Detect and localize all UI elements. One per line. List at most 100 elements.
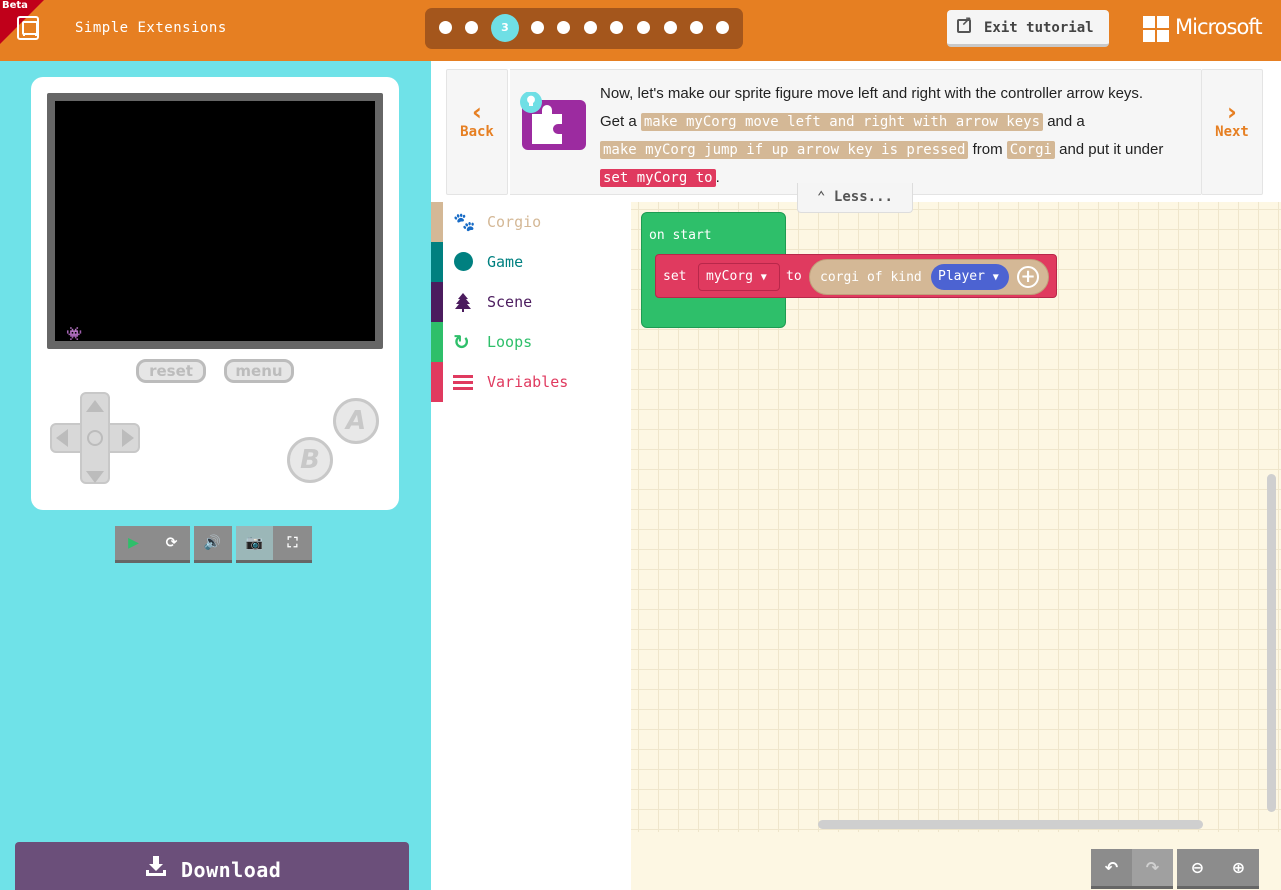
back-label: Back xyxy=(460,124,494,140)
next-button[interactable]: › Next xyxy=(1201,69,1263,195)
step-dot-7[interactable] xyxy=(610,21,623,34)
category-game-label: Game xyxy=(487,253,524,271)
play-icon[interactable]: ▶ xyxy=(115,526,152,560)
step-dot-11[interactable] xyxy=(716,21,729,34)
undo-icon[interactable]: ↶ xyxy=(1091,849,1132,886)
kind-dropdown[interactable]: Player ▼ xyxy=(931,264,1009,290)
arcade-logo-icon[interactable] xyxy=(17,16,39,40)
less-toggle-button[interactable]: ⌃ Less... xyxy=(797,183,913,213)
toolbox: 🐾 Corgio Game Scene ↻ Loops Variables xyxy=(431,202,631,890)
variable-dropdown[interactable]: myCorg ▼ xyxy=(698,263,780,291)
category-loops-label: Loops xyxy=(487,333,533,351)
chevron-up-icon: ⌃ xyxy=(817,189,826,205)
exit-tutorial-button[interactable]: Exit tutorial xyxy=(947,10,1109,47)
a-button[interactable]: A xyxy=(333,398,379,444)
on-start-label: on start xyxy=(649,228,712,243)
tutorial-instructions: Now, let's make our sprite figure move l… xyxy=(510,69,1201,195)
less-label: Less... xyxy=(833,189,893,205)
top-bar: Beta Simple Extensions 3 Exit tutorial M… xyxy=(0,0,1281,61)
step-dot-2[interactable] xyxy=(465,21,478,34)
sim-run-group: ▶ ⟳ xyxy=(115,526,190,563)
vertical-scrollbar[interactable] xyxy=(1267,474,1276,812)
redo-icon[interactable]: ↷ xyxy=(1132,849,1173,886)
zoom-out-icon[interactable]: ⊖ xyxy=(1177,849,1218,886)
game-console: 👾 reset menu A B xyxy=(31,77,399,510)
period-text: . xyxy=(715,169,720,186)
step-dot-4[interactable] xyxy=(531,21,544,34)
tutorial-line-3: make myCorg jump if up arrow key is pres… xyxy=(600,136,1200,164)
corgi-sprite-icon: 👾 xyxy=(66,327,83,342)
tree-icon xyxy=(455,293,471,312)
step-dot-1[interactable] xyxy=(439,21,452,34)
tutorial-step-indicator: 3 xyxy=(425,8,743,49)
chevron-right-icon: › xyxy=(1227,98,1237,126)
chevron-left-icon: ‹ xyxy=(472,98,482,126)
step-dot-6[interactable] xyxy=(584,21,597,34)
microsoft-brand[interactable]: Microsoft xyxy=(1175,15,1263,39)
horizontal-scrollbar[interactable] xyxy=(818,820,1203,829)
download-button[interactable]: Download xyxy=(15,842,409,890)
step-dot-10[interactable] xyxy=(690,21,703,34)
paw-icon: 🐾 xyxy=(453,212,476,233)
block-hint-set-mycorg[interactable]: set myCorg to xyxy=(600,169,716,187)
put-under-text: and put it under xyxy=(1059,141,1164,158)
category-corgio[interactable]: 🐾 Corgio xyxy=(431,202,631,242)
category-loops[interactable]: ↻ Loops xyxy=(431,322,631,362)
reset-button[interactable]: reset xyxy=(136,359,206,383)
step-dot-5[interactable] xyxy=(557,21,570,34)
category-scene[interactable]: Scene xyxy=(431,282,631,322)
step-dot-8[interactable] xyxy=(637,21,650,34)
dropdown-caret-icon: ▼ xyxy=(760,272,767,283)
dpad-down-arrow-icon[interactable] xyxy=(86,471,104,483)
restart-icon[interactable]: ⟳ xyxy=(153,526,190,560)
get-a-text: Get a xyxy=(600,113,637,130)
kind-value: Player xyxy=(938,269,985,284)
circle-icon xyxy=(454,252,473,271)
sound-icon[interactable]: 🔊 xyxy=(194,526,231,560)
block-hint-jump[interactable]: make myCorg jump if up arrow key is pres… xyxy=(600,141,969,159)
b-button[interactable]: B xyxy=(287,437,333,483)
tutorial-card: ‹ Back Now, let's make our sprite figure… xyxy=(431,61,1281,202)
exit-tutorial-label: Exit tutorial xyxy=(984,20,1094,36)
set-variable-block[interactable]: set myCorg ▼ to corgi of kind Player ▼ + xyxy=(655,254,1057,298)
sim-sound-group: 🔊 xyxy=(194,526,232,563)
external-link-icon xyxy=(957,15,972,33)
zoom-in-icon[interactable]: ⊕ xyxy=(1218,849,1259,886)
add-parameter-icon[interactable]: + xyxy=(1017,266,1039,288)
category-game[interactable]: Game xyxy=(431,242,631,282)
dpad-left-arrow-icon[interactable] xyxy=(56,429,68,447)
sim-capture-group: 📷 ⛶ xyxy=(236,526,312,563)
back-button[interactable]: ‹ Back xyxy=(446,69,508,195)
refresh-icon: ↻ xyxy=(453,330,470,354)
category-hint-corgi[interactable]: Corgi xyxy=(1006,141,1055,159)
download-label: Download xyxy=(181,858,282,882)
tutorial-line-1: Now, let's make our sprite figure move l… xyxy=(600,85,1144,102)
from-text: from xyxy=(972,141,1003,158)
zoom-group: ⊖ ⊕ xyxy=(1177,849,1259,889)
game-screen[interactable]: 👾 xyxy=(55,101,375,341)
download-icon xyxy=(146,856,166,876)
undo-redo-group: ↶ ↷ xyxy=(1091,849,1173,889)
dropdown-caret-icon: ▼ xyxy=(992,272,999,283)
tutorial-line-2: Get a make myCorg move left and right wi… xyxy=(600,108,1200,136)
fullscreen-icon[interactable]: ⛶ xyxy=(274,526,311,560)
microsoft-logo-icon[interactable] xyxy=(1143,16,1169,42)
list-icon xyxy=(453,375,473,390)
blocks-workspace: 🐾 Corgio Game Scene ↻ Loops Variables on… xyxy=(431,202,1281,890)
corgi-of-kind-label: corgi of kind xyxy=(820,270,922,285)
dpad-up-arrow-icon[interactable] xyxy=(86,400,104,412)
step-dot-3-active[interactable]: 3 xyxy=(491,14,519,42)
block-hint-move[interactable]: make myCorg move left and right with arr… xyxy=(640,113,1044,131)
menu-button[interactable]: menu xyxy=(224,359,294,383)
category-variables[interactable]: Variables xyxy=(431,362,631,402)
corgi-of-kind-block[interactable]: corgi of kind Player ▼ + xyxy=(809,259,1049,295)
category-variables-label: Variables xyxy=(487,373,569,391)
dpad-right-arrow-icon[interactable] xyxy=(122,429,134,447)
set-label: set xyxy=(663,269,687,284)
puzzle-extension-icon xyxy=(520,92,586,150)
camera-icon[interactable]: 📷 xyxy=(236,526,273,560)
and-a-text: and a xyxy=(1047,113,1085,130)
step-dot-9[interactable] xyxy=(664,21,677,34)
tutorial-title: Simple Extensions xyxy=(75,20,227,36)
tutorial-text: Now, let's make our sprite figure move l… xyxy=(600,80,1200,192)
